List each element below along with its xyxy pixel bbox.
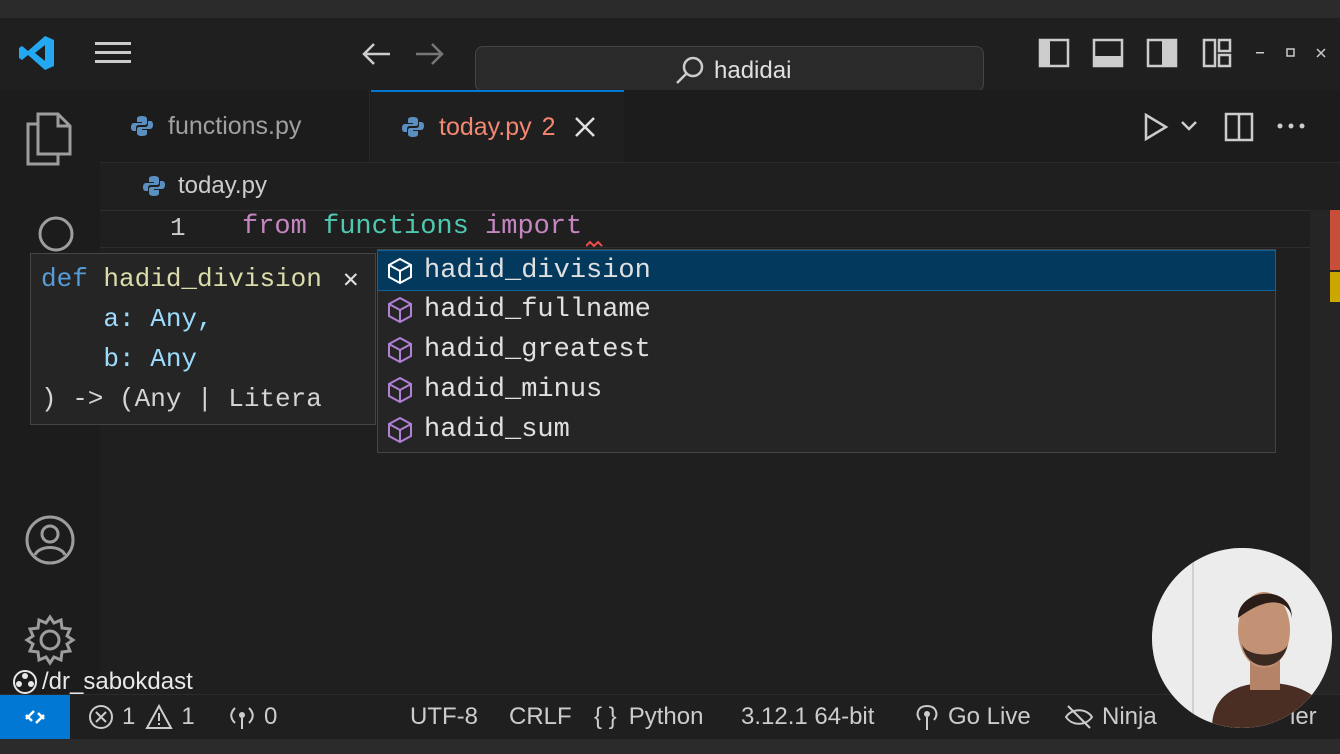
eol-indicator[interactable]: CRLF — [509, 703, 572, 731]
braces-icon: { } — [594, 703, 617, 730]
suggestion-item[interactable]: hadid_greatest — [378, 331, 1275, 370]
go-live-button[interactable]: Go Live — [914, 703, 1031, 731]
language-indicator[interactable]: { } Python — [594, 703, 703, 731]
minimize-icon[interactable] — [1256, 50, 1266, 56]
presenter-video — [1152, 548, 1332, 728]
chevron-down-icon[interactable] — [1180, 120, 1198, 132]
account-icon[interactable] — [24, 514, 76, 566]
tab-functions-py[interactable]: functions.py — [100, 90, 370, 162]
toggle-secondary-sidebar-icon[interactable] — [1146, 38, 1178, 68]
close-tab-icon[interactable] — [574, 116, 596, 138]
language-label: Python — [628, 703, 704, 730]
hover-line-4: ) -> (Any | Litera — [41, 384, 322, 414]
symbol-cube-icon — [388, 257, 412, 284]
ninja-eye-icon — [1064, 705, 1094, 729]
suggestion-item[interactable]: hadid_sum — [378, 410, 1275, 449]
suggestion-item[interactable]: hadid_minus — [378, 370, 1275, 409]
tab-today-py[interactable]: today.py 2 — [371, 90, 624, 162]
webcam-overlay — [1152, 548, 1332, 728]
error-marker — [1330, 210, 1340, 270]
suggestion-widget: hadid_division hadid_fullname hadid_greate… — [377, 249, 1276, 453]
broadcast-icon — [230, 707, 254, 729]
remote-icon — [25, 710, 45, 724]
search-text: hadidai — [714, 57, 792, 84]
breadcrumb[interactable]: today.py — [142, 172, 267, 200]
line-number: 1 — [170, 213, 186, 243]
hover-line-1: def hadid_division — [41, 264, 322, 294]
split-editor-icon[interactable] — [1224, 112, 1254, 142]
keyword-import: import — [485, 212, 583, 242]
settings-gear-icon[interactable] — [24, 614, 76, 666]
error-icon — [89, 705, 113, 729]
keyword-from: from — [242, 212, 307, 242]
interpreter-indicator[interactable]: 3.12.1 64-bit — [741, 703, 874, 731]
hover-close-icon[interactable]: ✕ — [343, 264, 359, 295]
toggle-panel-icon[interactable] — [1092, 38, 1124, 68]
close-icon[interactable] — [1316, 48, 1326, 58]
encoding-indicator[interactable]: UTF-8 — [410, 703, 478, 731]
customize-layout-icon[interactable] — [1202, 38, 1232, 68]
explorer-icon[interactable] — [24, 110, 74, 166]
error-squiggle — [586, 240, 603, 248]
ninja-indicator[interactable]: Ninja — [1064, 703, 1157, 731]
warning-icon — [145, 704, 174, 729]
title-bar: hadidai — [0, 18, 1340, 92]
menu-icon[interactable] — [95, 40, 131, 66]
module-name: functions — [323, 212, 469, 242]
python-file-icon — [131, 116, 153, 136]
ports-indicator[interactable]: 0 — [228, 703, 277, 731]
symbol-cube-icon — [388, 376, 412, 404]
go-live-icon — [916, 704, 938, 730]
toggle-primary-sidebar-icon[interactable] — [1038, 38, 1070, 68]
ninja-label: Ninja — [1102, 703, 1157, 730]
more-actions-icon[interactable] — [1276, 122, 1306, 130]
suggestion-item[interactable]: hadid_fullname — [378, 291, 1275, 330]
python-file-icon — [402, 117, 424, 137]
command-center-search[interactable]: hadidai — [475, 46, 984, 92]
suggestion-label: hadid_division — [424, 255, 651, 286]
problem-count-badge: 2 — [541, 112, 556, 141]
vscode-logo-icon — [19, 36, 54, 70]
maximize-icon[interactable] — [1286, 48, 1296, 58]
hover-function-name: hadid_division — [103, 264, 322, 294]
ports-count: 0 — [264, 703, 278, 730]
python-file-icon — [143, 176, 165, 196]
warning-count: 1 — [181, 703, 195, 730]
remote-indicator[interactable] — [0, 695, 70, 739]
status-bar: 1 1 0 UTF-8 CRLF { } Python 3.12.1 64-bi… — [0, 694, 1340, 739]
search-activity-icon[interactable] — [34, 212, 84, 252]
breadcrumb-file: today.py — [178, 172, 267, 199]
run-icon[interactable] — [1142, 112, 1170, 142]
watermark-text: /dr_sabokdast — [42, 668, 193, 695]
signature-hover: def hadid_division a: Any, b: Any ) -> (… — [30, 253, 376, 425]
forward-arrow-icon[interactable] — [414, 40, 446, 68]
symbol-cube-icon — [388, 416, 412, 443]
problems-indicator[interactable]: 1 1 — [88, 703, 195, 731]
watermark: /dr_sabokdast — [12, 668, 193, 696]
warning-marker — [1330, 272, 1340, 302]
hover-line-2: a: Any, — [41, 304, 213, 334]
suggestion-label: hadid_minus — [424, 374, 603, 405]
tab-label: today.py — [439, 112, 532, 141]
search-icon — [676, 56, 704, 84]
editor-tabs: functions.py today.py 2 — [100, 90, 1340, 163]
symbol-cube-icon — [388, 336, 412, 364]
symbol-cube-icon — [388, 297, 412, 324]
code-line[interactable]: from functions import — [242, 212, 582, 242]
hover-line-3: b: Any — [41, 344, 198, 374]
suggestion-label: hadid_fullname — [424, 295, 651, 326]
suggestion-label: hadid_sum — [424, 414, 570, 445]
go-live-label: Go Live — [948, 703, 1031, 730]
tab-label: functions.py — [168, 111, 302, 140]
error-count: 1 — [122, 703, 136, 730]
film-reel-icon — [13, 670, 37, 694]
suggestion-item[interactable]: hadid_division — [377, 250, 1276, 291]
back-arrow-icon[interactable] — [360, 40, 392, 68]
suggestion-label: hadid_greatest — [424, 335, 651, 366]
